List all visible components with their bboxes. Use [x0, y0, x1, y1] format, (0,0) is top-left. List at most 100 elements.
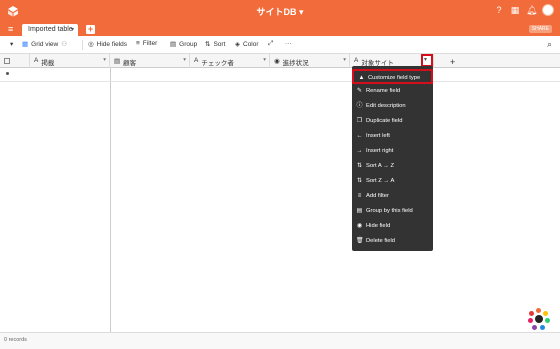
widget-dot — [528, 318, 533, 323]
chevron-down-icon[interactable]: ▾ — [183, 57, 186, 63]
menu-item-label: Delete field — [366, 238, 396, 244]
select-all-checkbox[interactable] — [4, 58, 10, 64]
group-icon: ▤ — [356, 208, 363, 214]
column-header[interactable]: ◉ 進捗状況 ▾ — [270, 54, 350, 68]
menu-item-label: Insert right — [366, 148, 394, 154]
chevron-down-icon[interactable]: ▾ — [343, 57, 346, 63]
eye-icon: ◉ — [356, 223, 363, 229]
column-label: 顧客 — [123, 60, 137, 67]
apps-grid-icon[interactable]: ▦ — [510, 5, 520, 15]
chevron-down-icon: ▾ — [424, 57, 428, 63]
widget-center — [535, 315, 543, 323]
sort-label: Sort — [213, 40, 226, 48]
widget-dot — [545, 318, 550, 323]
menu-item-insert-left[interactable]: ← Insert left — [352, 129, 433, 144]
column-label: 進捗状況 — [282, 60, 309, 67]
menu-item-label: Sort A → Z — [366, 163, 395, 169]
column-label: 掲載 — [41, 60, 55, 67]
sort-icon: ⇅ — [205, 41, 211, 48]
duplicate-icon: ❐ — [356, 118, 363, 124]
hide-fields-label: Hide fields — [96, 40, 128, 48]
divider — [82, 40, 83, 50]
menu-item-hide-field[interactable]: ◉ Hide field — [352, 219, 433, 234]
menu-item-label: Edit description — [366, 103, 406, 109]
group-button[interactable]: ▤ Group — [170, 40, 198, 49]
avatar[interactable] — [542, 4, 554, 16]
add-table-button[interactable]: + — [86, 25, 95, 34]
menu-item-sort-asc[interactable]: ⇅ Sort A → Z — [352, 159, 433, 174]
trash-icon: 🗑︎ — [356, 238, 364, 244]
menu-item-label: Insert left — [366, 133, 390, 139]
chevron-down-icon[interactable]: ▾ — [263, 57, 266, 63]
people-icon: ⚇ — [61, 41, 68, 48]
shapes-icon: ▲ — [358, 75, 365, 81]
menu-hamburger-icon[interactable]: ≡ — [8, 24, 13, 34]
menu-item-label: Group by this field — [366, 208, 413, 214]
tab-imported-table[interactable]: Imported table ▾ — [22, 24, 78, 36]
view-toolbar: ▾ ▦ Grid view ⚇ ◎ Hide fields ≡ Filter ▤… — [0, 36, 560, 54]
widget-dot — [536, 308, 541, 313]
notification-bell-icon[interactable]: 🔔︎ — [526, 5, 537, 15]
view-name: Grid view — [31, 40, 59, 48]
top-icons: ? ▦ 🔔︎ — [494, 4, 554, 16]
tab-label: Imported table — [28, 26, 73, 33]
menu-item-duplicate-field[interactable]: ❐ Duplicate field — [352, 114, 433, 129]
text-field-icon: A — [34, 57, 39, 64]
sort-asc-icon: ⇅ — [356, 163, 363, 169]
help-icon[interactable]: ? — [494, 5, 504, 15]
sort-button[interactable]: ⇅ Sort — [205, 40, 226, 49]
chevron-down-icon[interactable]: ▾ — [71, 26, 74, 33]
text-field-icon: A — [194, 57, 199, 64]
menu-item-label: Hide field — [366, 223, 391, 229]
menu-item-insert-right[interactable]: → Insert right — [352, 144, 433, 159]
column-header[interactable]: A チェック者 ▾ — [190, 54, 270, 68]
table-link-icon: ▤ — [114, 58, 121, 65]
menu-item-label: Add filter — [366, 193, 389, 199]
paint-bucket-icon: ◈ — [235, 41, 240, 48]
single-select-icon: ◉ — [274, 58, 280, 65]
menu-item-label: Sort Z → A — [366, 178, 395, 184]
menu-item-customize-field-type[interactable]: ▲ Customize field type — [352, 69, 433, 84]
collapse-sidebar-icon[interactable]: ▾ — [10, 40, 13, 48]
widget-dot — [529, 311, 534, 316]
grid-icon: ▦ — [22, 41, 29, 48]
column-header-row: A 掲載 ▾ ▤ 顧客 ▾ A チェック者 ▾ ◉ 進捗状況 ▾ A 対象サイト — [0, 54, 560, 68]
filter-button[interactable]: ≡ Filter — [136, 40, 157, 47]
menu-item-label: Customize field type — [368, 75, 421, 81]
table-row[interactable] — [0, 68, 560, 82]
column-header[interactable]: A 掲載 ▾ — [30, 54, 110, 68]
menu-item-edit-description[interactable]: ⓘ Edit description — [352, 99, 433, 114]
widget-dot — [543, 311, 548, 316]
arrow-left-icon: ← — [356, 133, 363, 139]
group-label: Group — [179, 40, 198, 48]
filter-icon: ≡ — [357, 193, 362, 199]
chevron-down-icon[interactable]: ▾ — [103, 57, 106, 63]
pencil-icon: ✎ — [356, 88, 363, 94]
base-title[interactable]: サイトDB ▾ — [0, 5, 560, 18]
widget-dot — [532, 325, 537, 330]
color-button[interactable]: ◈ Color — [235, 40, 259, 49]
menu-item-sort-desc[interactable]: ⇅ Sort Z → A — [352, 174, 433, 189]
share-button[interactable]: SHARE — [528, 25, 552, 33]
column-header[interactable]: ▤ 顧客 ▾ — [110, 54, 190, 68]
filter-label: Filter — [142, 40, 158, 47]
group-icon: ▤ — [170, 41, 177, 48]
filter-icon: ≡ — [136, 40, 140, 47]
menu-item-group-by-field[interactable]: ▤ Group by this field — [352, 204, 433, 219]
menu-item-label: Duplicate field — [366, 118, 403, 124]
expand-row-height-icon[interactable]: ⤢ — [268, 40, 273, 48]
view-switcher[interactable]: ▦ Grid view ⚇ — [22, 40, 68, 49]
menu-item-add-filter[interactable]: ≡ Add filter — [352, 189, 433, 204]
top-bar: サイトDB ▾ ? ▦ 🔔︎ — [0, 0, 560, 22]
hide-fields-button[interactable]: ◎ Hide fields — [88, 40, 128, 49]
field-context-menu: ▲ Customize field type ✎ Rename field ⓘ … — [352, 66, 433, 251]
eye-off-icon: ◎ — [88, 41, 94, 48]
search-icon[interactable]: ⌕ — [547, 39, 552, 50]
menu-item-delete-field[interactable]: 🗑︎ Delete field — [352, 234, 433, 249]
row-indicator — [6, 72, 9, 75]
help-widget-icon[interactable] — [528, 308, 550, 330]
menu-item-rename-field[interactable]: ✎ Rename field — [352, 84, 433, 99]
add-field-button[interactable]: + — [450, 57, 455, 67]
column-label: チェック者 — [201, 60, 234, 67]
more-options-button[interactable]: ··· — [285, 40, 292, 47]
